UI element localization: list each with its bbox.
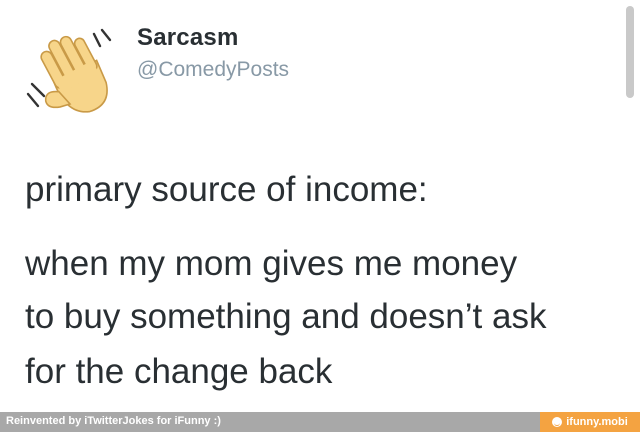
waving-hand-icon [22,26,122,118]
tweet-screenshot: Sarcasm @ComedyPosts primary source of i… [0,0,640,432]
footer-bar: Reinvented by iTwitterJokes for iFunny :… [0,412,640,432]
author-handle[interactable]: @ComedyPosts [137,58,289,82]
footer-credit: Reinvented by iTwitterJokes for iFunny :… [6,415,221,427]
ifunny-brand: ifunny.mobi [566,416,628,428]
tweet-text-line: for the change back [25,352,333,391]
author-name[interactable]: Sarcasm [137,24,238,52]
ifunny-watermark: ifunny.mobi [540,412,640,432]
tweet-text-line: when my mom gives me money [25,244,518,283]
tweet-text-line: to buy something and doesn’t ask [25,297,547,336]
ifunny-smile-icon [552,417,563,427]
scrollbar-thumb[interactable] [626,6,634,98]
tweet-text-line: primary source of income: [25,170,428,209]
